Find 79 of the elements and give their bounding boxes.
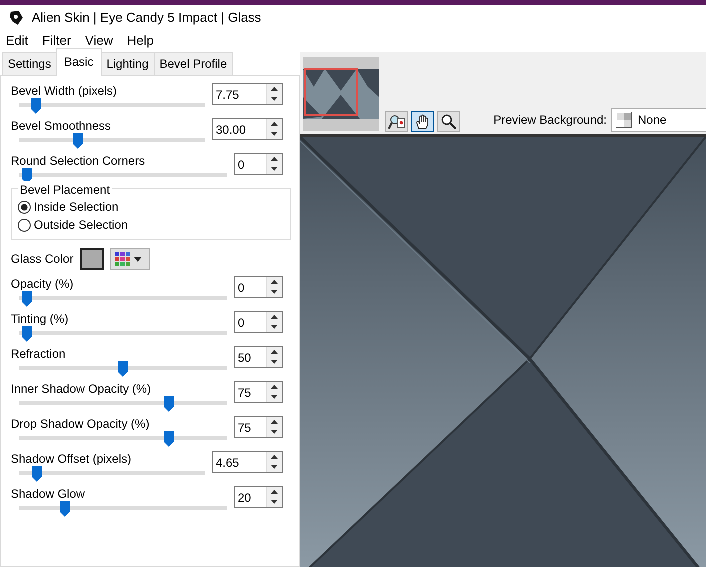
caret-icon [134,256,142,262]
up-arrow-icon[interactable] [271,350,278,354]
slider-label: Inner Shadow Opacity (%) [11,381,152,398]
radio-label: Outside Selection [34,217,128,234]
up-arrow-icon[interactable] [271,315,278,319]
slider-label: Shadow Offset (pixels) [11,451,132,468]
spin-field[interactable]: 0 [234,276,283,298]
up-arrow-icon[interactable] [271,122,278,126]
palette-icon [114,252,131,266]
tab[interactable]: Settings [2,52,58,75]
down-arrow-icon[interactable] [271,325,278,329]
spin-field[interactable]: 75 [234,381,283,403]
tab[interactable]: Lighting [100,52,155,75]
slider-label: Shadow Glow [11,486,86,503]
up-arrow-icon[interactable] [271,157,278,161]
app-icon [8,10,24,26]
slider-thumb[interactable] [22,289,32,305]
checker-icon [616,112,632,128]
radio-button[interactable] [18,200,31,214]
up-arrow-icon[interactable] [271,490,278,494]
window-title: Alien Skin | Eye Candy 5 Impact | Glass [32,8,262,27]
slider-thumb[interactable] [164,394,174,410]
slider-thumb[interactable] [60,499,70,515]
tab[interactable]: Basic [56,48,102,76]
spin-field[interactable]: 7.75 [212,83,283,105]
slider-label: Refraction [11,346,66,363]
menu-item[interactable]: Edit [6,31,28,51]
menu-item[interactable]: Help [127,31,154,51]
up-arrow-icon[interactable] [271,455,278,459]
slider-label: Tinting (%) [11,311,69,328]
preview-background-dropdown[interactable]: None [611,108,706,132]
preview-icon [388,114,406,130]
slider-thumb[interactable] [118,359,128,375]
slider-label: Drop Shadow Opacity (%) [11,416,150,433]
up-arrow-icon[interactable] [271,280,278,284]
spin-field[interactable]: 0 [234,153,283,175]
slider-label: Opacity (%) [11,276,74,293]
slider-thumb[interactable] [30,96,40,112]
hand-tool-button[interactable] [411,111,434,132]
zoom-tool-button[interactable] [437,111,460,132]
spin-field[interactable]: 20 [234,486,283,508]
preview-background-label: Preview Background: [494,112,607,129]
up-arrow-icon[interactable] [271,385,278,389]
spin-field[interactable]: 75 [234,416,283,438]
spin-field[interactable]: 0 [234,311,283,333]
spin-field[interactable]: 30.00 [212,118,283,140]
thumbnail-navigator[interactable] [303,57,379,131]
menu-item[interactable]: Filter [42,31,72,51]
down-arrow-icon[interactable] [271,132,278,136]
spin-field[interactable]: 50 [234,346,283,368]
down-arrow-icon[interactable] [271,360,278,364]
radio-label: Inside Selection [34,199,119,216]
down-arrow-icon[interactable] [271,97,278,101]
up-arrow-icon[interactable] [271,87,278,91]
spin-field[interactable]: 4.65 [212,451,283,473]
slider-thumb[interactable] [32,464,42,480]
slider-thumb[interactable] [73,131,83,147]
slider-label: Bevel Smoothness [11,118,112,135]
color-label: Glass Color [11,251,74,268]
down-arrow-icon[interactable] [271,430,278,434]
tab[interactable]: Bevel Profile [154,52,234,75]
up-arrow-icon[interactable] [271,420,278,424]
down-arrow-icon[interactable] [271,167,278,171]
down-arrow-icon[interactable] [271,395,278,399]
slider-thumb[interactable] [22,166,32,182]
down-arrow-icon[interactable] [271,290,278,294]
slider-thumb[interactable] [22,324,32,340]
menu-item[interactable]: View [85,31,114,51]
slider-label: Bevel Width (pixels) [11,83,118,100]
color-swatch[interactable] [80,248,104,270]
slider-thumb[interactable] [164,429,174,445]
preview-tool-button[interactable] [385,111,408,132]
hand-icon [414,114,430,130]
slider-label: Round Selection Corners [11,153,146,170]
radio-button[interactable] [18,218,31,232]
down-arrow-icon[interactable] [271,465,278,469]
zoom-icon [440,114,456,130]
palette-button[interactable] [110,248,150,270]
down-arrow-icon[interactable] [271,500,278,504]
